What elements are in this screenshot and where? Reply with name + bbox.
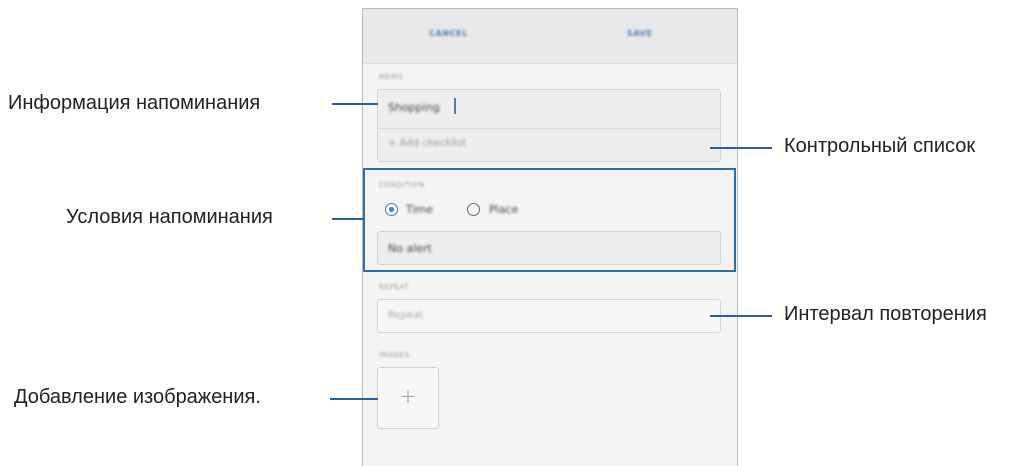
images-section-label: IMAGES (379, 351, 410, 359)
leader-line (330, 398, 378, 400)
repeat-placeholder: Repeat (388, 310, 424, 321)
leader-line (332, 218, 364, 220)
callout-reminder-info: Информация напоминания (8, 92, 261, 114)
conditions-highlight-frame (363, 168, 736, 272)
cancel-button[interactable]: CANCEL (429, 29, 468, 38)
add-checklist-button[interactable]: + Add checklist (388, 138, 466, 149)
divider (378, 128, 720, 129)
plus-icon: + (399, 384, 417, 408)
memo-box: Shopping + Add checklist (377, 89, 721, 162)
top-action-bar: CANCEL SAVE (363, 9, 737, 64)
callout-repeat-interval: Интервал повторения (784, 303, 987, 325)
leader-line (710, 147, 772, 149)
text-cursor (454, 98, 456, 114)
repeat-selector[interactable]: Repeat (377, 299, 721, 333)
repeat-section-label: REPEAT (379, 283, 410, 291)
save-button[interactable]: SAVE (627, 29, 652, 38)
leader-line (710, 315, 772, 317)
memo-input[interactable]: Shopping (388, 101, 440, 114)
memo-section-label: MEMO (379, 73, 404, 81)
leader-line (332, 103, 378, 105)
add-image-button[interactable]: + (377, 367, 439, 429)
callout-add-image: Добавление изображения. (14, 386, 261, 408)
callout-reminder-conditions: Условия напоминания (66, 206, 273, 228)
callout-checklist: Контрольный список (784, 135, 976, 157)
